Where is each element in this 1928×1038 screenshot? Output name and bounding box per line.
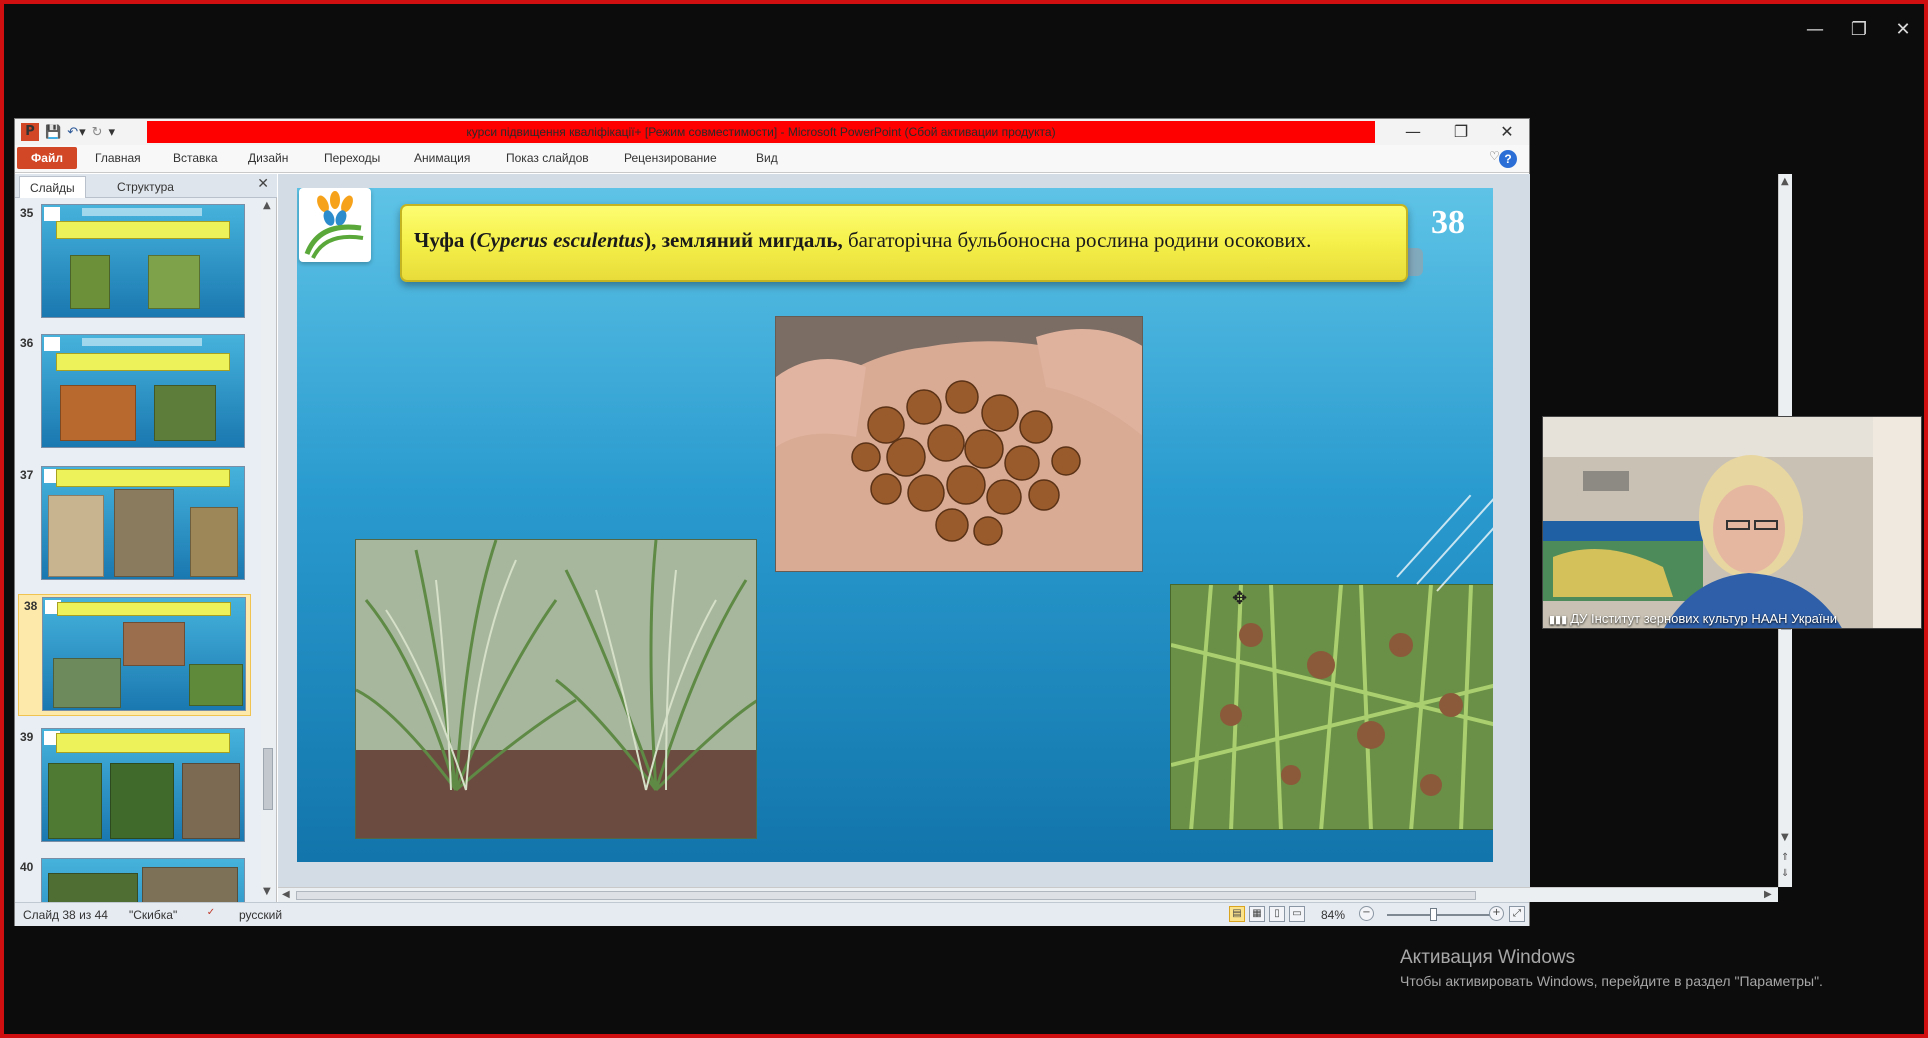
tab-review[interactable]: Рецензирование	[624, 151, 717, 165]
signal-icon: ▮▮▮	[1549, 614, 1571, 626]
tab-outline[interactable]: Структура	[107, 176, 184, 198]
tab-design[interactable]: Дизайн	[248, 151, 288, 165]
title-bar: P 💾 ↶ ▾ ↻ ▾ курси підвищення кваліфікаці…	[15, 119, 1529, 145]
slide-thumbnail-38[interactable]: 38	[18, 594, 251, 716]
webcam-video: ▮▮▮ ДУ Інститут зернових культур НААН Ук…	[1542, 416, 1922, 629]
tab-insert[interactable]: Вставка	[173, 151, 218, 165]
slides-pane: Слайды Структура ✕ 35 36 37 38 39 40 ▲ ▼	[15, 174, 277, 902]
tab-home[interactable]: Главная	[95, 151, 141, 165]
tiger-nuts-photo	[775, 316, 1143, 572]
chufa-grass-photo	[355, 539, 757, 839]
thumbnail-number: 35	[20, 206, 34, 220]
scroll-thumb[interactable]	[296, 891, 1476, 900]
thumbnail-preview	[41, 466, 245, 580]
webcam-caption: ▮▮▮ ДУ Інститут зернових культур НААН Ук…	[1549, 611, 1837, 626]
slide-heading-box: Чуфа (Cyperus esculentus), земляний мигд…	[400, 204, 1408, 282]
normal-view-icon[interactable]: ▤	[1229, 906, 1245, 922]
close-button[interactable]: ✕	[1484, 119, 1530, 145]
outer-minimize-button[interactable]: —	[1800, 18, 1830, 42]
slide-heading: Чуфа (Cyperus esculentus), земляний мигд…	[414, 228, 1312, 252]
slide-sorter-icon[interactable]: ▦	[1249, 906, 1265, 922]
slide-thumbnail-35[interactable]: 35	[15, 202, 255, 324]
pane-tabs: Слайды Структура ✕	[15, 174, 277, 198]
language-indicator[interactable]: русский	[239, 908, 282, 922]
tab-slideshow[interactable]: Показ слайдов	[506, 151, 589, 165]
zoom-out-icon[interactable]: −	[1359, 906, 1374, 921]
restore-button[interactable]: ❐	[1438, 119, 1484, 145]
thumbnail-preview	[42, 597, 246, 711]
thumbnail-preview	[41, 728, 245, 842]
spellcheck-icon[interactable]: ✓	[203, 906, 219, 922]
sedge-flowers-photo	[1170, 584, 1493, 830]
editor-horizontal-scrollbar[interactable]: ◀ ▶	[278, 887, 1778, 902]
slide-thumbnail-36[interactable]: 36	[15, 332, 255, 454]
zoom-slider[interactable]	[1387, 914, 1503, 916]
thumbnail-preview	[41, 334, 245, 448]
zoom-level[interactable]: 84%	[1321, 908, 1345, 922]
help-icon[interactable]: ?	[1499, 150, 1517, 168]
minimize-button[interactable]: —	[1390, 119, 1436, 145]
decorative-line	[1436, 523, 1493, 592]
powerpoint-logo-icon[interactable]: P	[21, 123, 39, 141]
tab-animation[interactable]: Анимация	[414, 151, 470, 165]
next-slide-icon[interactable]: ⇓	[1781, 868, 1789, 879]
tab-transitions[interactable]: Переходы	[324, 151, 380, 165]
thumbnail-number: 39	[20, 730, 34, 744]
screen-share-frame: — ❐ ✕ P 💾 ↶ ▾ ↻ ▾ курси підвищення квалі…	[0, 0, 1928, 1038]
slide-thumbnail-39[interactable]: 39	[15, 726, 255, 848]
institute-logo	[299, 188, 371, 262]
thumbnail-preview	[41, 858, 245, 902]
theme-name[interactable]: "Скибка"	[129, 908, 177, 922]
mouse-cursor-icon: ✥	[1232, 588, 1248, 609]
quick-access-toolbar: P 💾 ↶ ▾ ↻ ▾	[15, 121, 115, 143]
zoom-slider-thumb[interactable]	[1430, 908, 1437, 921]
undo-dropdown-icon[interactable]: ▾	[79, 125, 86, 140]
pane-close-icon[interactable]: ✕	[257, 176, 269, 192]
slide-thumbnail-37[interactable]: 37	[15, 464, 255, 586]
undo-icon[interactable]: ↶	[67, 125, 78, 140]
scroll-thumb[interactable]	[263, 748, 273, 810]
ribbon-tabs: Файл Главная Вставка Дизайн Переходы Ани…	[15, 145, 1529, 173]
thumbnail-number: 36	[20, 336, 34, 350]
powerpoint-window: P 💾 ↶ ▾ ↻ ▾ курси підвищення кваліфікаці…	[14, 118, 1792, 926]
reading-view-icon[interactable]: ▯	[1269, 906, 1285, 922]
slide-canvas[interactable]: Чуфа (Cyperus esculentus), земляний мигд…	[297, 188, 1493, 862]
slide-counter: Слайд 38 из 44	[23, 908, 108, 922]
windows-activation-subtitle: Чтобы активировать Windows, перейдите в …	[1400, 973, 1823, 989]
thumbnail-number: 38	[24, 599, 38, 613]
status-bar: Слайд 38 из 44 "Скибка" ✓ русский ▤ ▦ ▯ …	[15, 902, 1529, 926]
redo-icon[interactable]: ↻	[92, 125, 103, 140]
zoom-in-icon[interactable]: +	[1489, 906, 1504, 921]
window-title: курси підвищення кваліфікації+ [Режим со…	[147, 121, 1375, 143]
minimize-ribbon-icon[interactable]: ♡	[1489, 149, 1500, 163]
slide-number: 38	[1431, 204, 1465, 241]
outer-restore-button[interactable]: ❐	[1844, 18, 1874, 42]
previous-slide-icon[interactable]: ⇑	[1781, 852, 1789, 863]
tab-view[interactable]: Вид	[756, 151, 778, 165]
save-icon[interactable]: 💾	[45, 125, 61, 140]
slide-editor: Чуфа (Cyperus esculentus), земляний мигд…	[278, 174, 1792, 902]
tab-slides[interactable]: Слайды	[19, 176, 86, 198]
tab-file[interactable]: Файл	[17, 147, 77, 169]
slideshow-view-icon[interactable]: ▭	[1289, 906, 1305, 922]
thumbnail-number: 37	[20, 468, 34, 482]
fit-to-window-icon[interactable]: ⤢	[1509, 906, 1525, 922]
slides-pane-scrollbar[interactable]: ▲ ▼	[261, 200, 275, 900]
outer-close-button[interactable]: ✕	[1888, 18, 1918, 42]
thumbnail-preview	[41, 204, 245, 318]
windows-activation-title: Активация Windows	[1400, 947, 1576, 968]
slide-thumbnail-40[interactable]: 40	[15, 856, 255, 902]
customize-qat-icon[interactable]: ▾	[109, 125, 116, 140]
thumbnail-number: 40	[20, 860, 34, 874]
